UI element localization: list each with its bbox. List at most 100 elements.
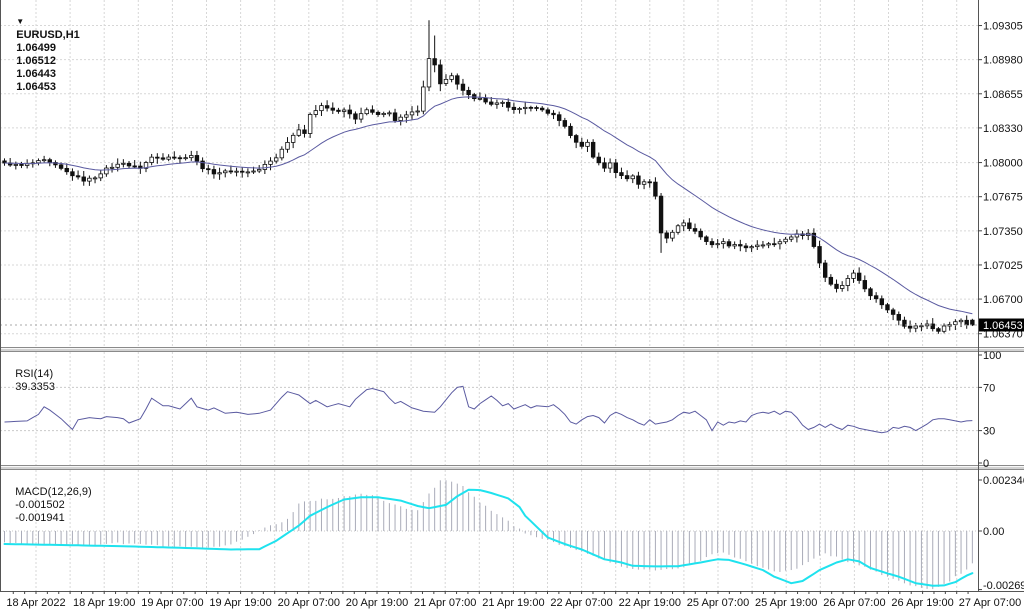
- candle-body: [648, 182, 652, 183]
- rsi-axis-label: 70: [983, 382, 995, 394]
- candle-body: [71, 172, 75, 176]
- candle-body: [614, 163, 618, 173]
- candle-body: [331, 108, 335, 110]
- time-axis-label: 18 Apr 2022: [6, 597, 65, 609]
- rsi-series[interactable]: [5, 386, 973, 433]
- chart-canvas[interactable]: 1.093051.089801.086551.083301.080001.076…: [0, 0, 1024, 613]
- candle-body: [631, 176, 635, 179]
- candle-body: [552, 113, 556, 114]
- rsi-axis-label: 0: [983, 458, 989, 470]
- candle-body: [659, 196, 663, 233]
- candle-body: [156, 157, 160, 158]
- candle-body: [965, 320, 969, 325]
- candle-body: [937, 329, 941, 332]
- macd-series[interactable]: [5, 480, 973, 589]
- candle-body: [105, 168, 109, 174]
- candle-body: [501, 102, 505, 103]
- chart-marker-triangle-icon: ▼: [16, 17, 24, 26]
- trading-terminal-chart: ▼ EURUSD,H1 1.06499 1.06512 1.06443 1.06…: [0, 0, 1024, 613]
- candle-body: [557, 115, 561, 121]
- candle-body: [405, 115, 409, 117]
- time-axis-label: 22 Apr 07:00: [550, 597, 612, 609]
- candle-body: [14, 164, 18, 165]
- candle-body: [586, 142, 590, 146]
- time-axis-label: 21 Apr 07:00: [414, 597, 476, 609]
- candle-body: [223, 171, 227, 173]
- macd-axis[interactable]: 0.002346 0.00 -0.002695: [978, 475, 1024, 592]
- candle-body: [263, 164, 267, 169]
- candle-body: [676, 226, 680, 233]
- candle-body: [48, 160, 52, 163]
- candle-body: [161, 158, 165, 159]
- macd-signal-value: -0.001941: [15, 512, 65, 524]
- candle-body: [416, 111, 420, 112]
- candle-body: [574, 136, 578, 143]
- candle-body: [829, 277, 833, 284]
- candle-body: [874, 296, 878, 299]
- candle-body: [535, 107, 539, 108]
- candle-body: [99, 174, 103, 178]
- ma-overlay: [5, 97, 973, 314]
- candle-body: [671, 232, 675, 238]
- macd-axis-label: 0.00: [983, 526, 1004, 538]
- time-axis-label: 26 Apr 07:00: [823, 597, 885, 609]
- time-axis[interactable]: 18 Apr 202218 Apr 19:0019 Apr 07:0019 Ap…: [6, 597, 1021, 609]
- panel-separator[interactable]: [0, 347, 1024, 352]
- macd-name: MACD(12,26,9): [15, 486, 91, 498]
- candle-body: [778, 242, 782, 244]
- candle-body: [897, 314, 901, 320]
- candle-body: [303, 130, 307, 134]
- candle-body: [767, 244, 771, 245]
- candle-body: [818, 247, 822, 264]
- candle-body: [642, 182, 646, 185]
- macd-axis-label: -0.002695: [983, 580, 1024, 592]
- candle-body: [456, 76, 460, 84]
- price-axis-label: 1.09305: [983, 21, 1023, 33]
- candle-body: [597, 157, 601, 163]
- candle-body: [82, 177, 86, 181]
- candle-body: [122, 163, 126, 164]
- candle-body: [371, 110, 375, 113]
- candle-body: [637, 176, 641, 184]
- candle-body: [308, 114, 312, 133]
- candle-body: [376, 112, 380, 114]
- candle-body: [761, 245, 765, 246]
- price-axis[interactable]: 1.093051.089801.086551.083301.080001.076…: [978, 21, 1023, 341]
- time-axis-label: 19 Apr 19:00: [209, 597, 271, 609]
- candle-body: [569, 126, 573, 135]
- candlestick-series[interactable]: [3, 20, 974, 333]
- candle-body: [388, 113, 392, 114]
- candle-body: [173, 157, 177, 158]
- candle-body: [365, 110, 369, 114]
- candle-body: [823, 263, 827, 277]
- candle-body: [942, 326, 946, 331]
- rsi-axis-label: 100: [983, 350, 1001, 362]
- candle-body: [863, 280, 867, 288]
- candle-body: [37, 161, 41, 163]
- candle-body: [150, 157, 154, 162]
- candle-body: [297, 130, 301, 135]
- candle-body: [959, 320, 963, 321]
- price-axis-label: 1.07025: [983, 260, 1023, 272]
- macd-axis-label: 0.002346: [983, 475, 1024, 487]
- candle-body: [320, 106, 324, 111]
- candle-body: [772, 244, 776, 245]
- time-axis-label: 19 Apr 07:00: [141, 597, 203, 609]
- panel-separator[interactable]: [0, 465, 1024, 470]
- candle-body: [286, 142, 290, 149]
- candle-body: [348, 110, 352, 114]
- price-tag-value: 1.06453: [983, 320, 1023, 332]
- rsi-axis[interactable]: 10070300: [978, 350, 1001, 470]
- candle-body: [920, 326, 924, 327]
- candle-body: [127, 163, 131, 166]
- time-axis-label: 25 Apr 07:00: [687, 597, 749, 609]
- candle-body: [495, 103, 499, 104]
- candle-body: [846, 278, 850, 285]
- candle-body: [167, 157, 171, 159]
- rsi-indicator-label: RSI(14) 39.3353: [3, 355, 60, 407]
- candle-body: [625, 176, 629, 179]
- candle-body: [608, 163, 612, 168]
- grid-lines: [0, 0, 978, 591]
- candle-body: [314, 111, 318, 115]
- candle-body: [184, 158, 188, 159]
